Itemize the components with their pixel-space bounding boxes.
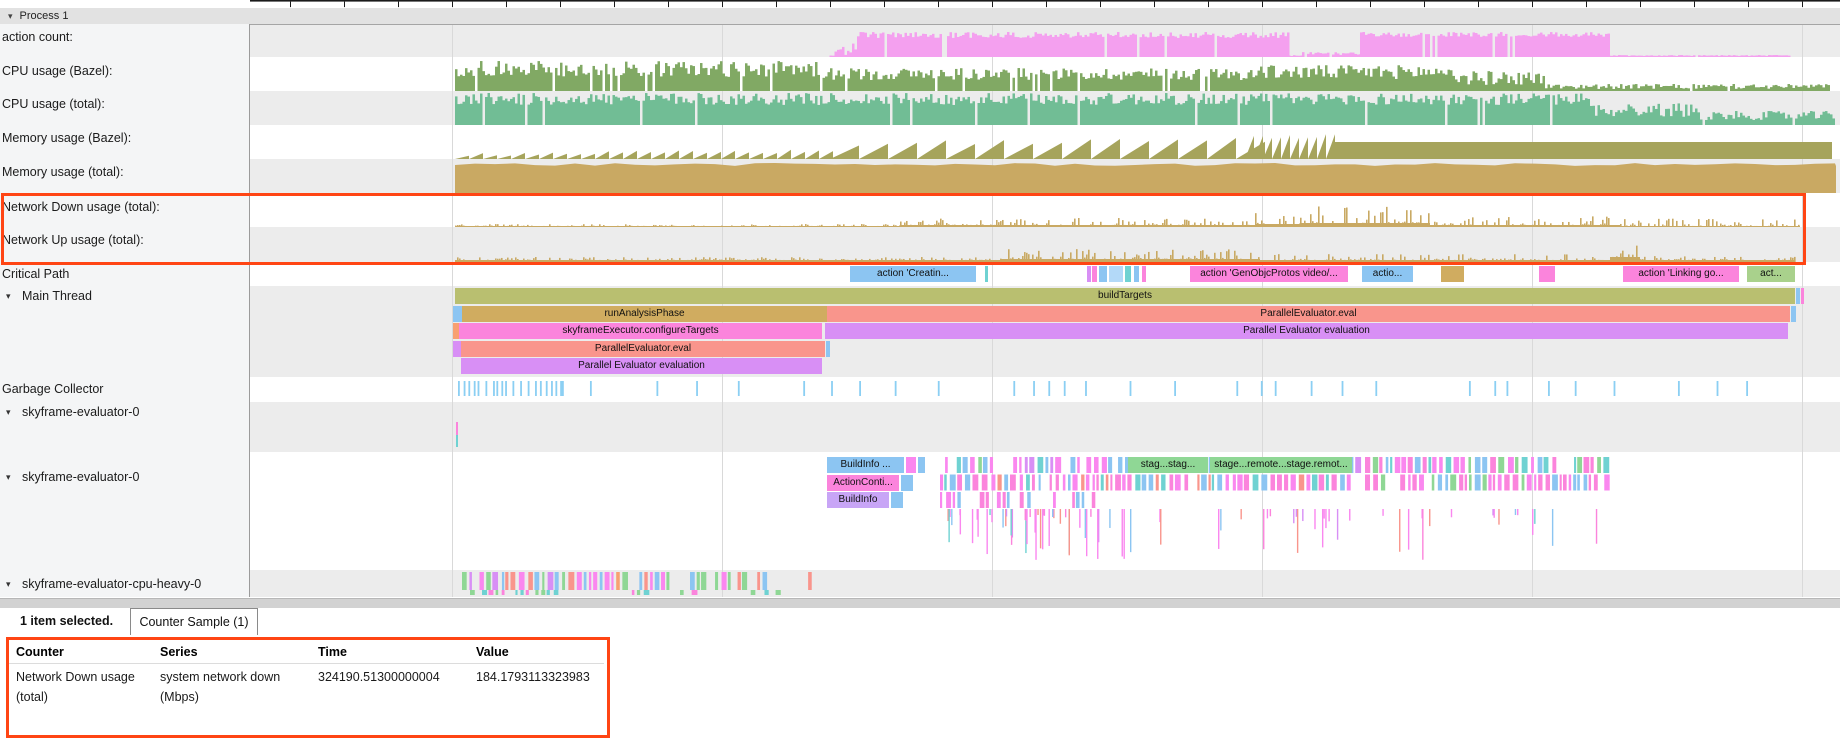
sidebar-track-critical-path[interactable]: Critical Path [0, 266, 246, 282]
track-label: CPU usage (Bazel): [2, 63, 112, 79]
track-label: Memory usage (Bazel): [2, 130, 131, 146]
trace-slice[interactable] [918, 457, 925, 473]
sidebar-track-garbage-collector[interactable]: Garbage Collector [0, 381, 246, 397]
trace-slice[interactable]: Parallel Evaluator evaluation [825, 323, 1788, 339]
track-label: Garbage Collector [2, 381, 103, 397]
track-label: skyframe-evaluator-cpu-heavy-0 [22, 576, 201, 592]
track-sidebar: action count: CPU usage (Bazel): CPU usage… [0, 24, 250, 597]
sidebar-track-memory-usage-bazel[interactable]: Memory usage (Bazel): [0, 130, 246, 146]
sidebar-track-action-count[interactable]: action count: [0, 29, 246, 45]
trace-slice[interactable] [1539, 266, 1555, 282]
trace-slice[interactable] [1441, 266, 1464, 282]
trace-slice[interactable] [1142, 266, 1146, 282]
track-label: action count: [2, 29, 73, 45]
sidebar-track-cpu-usage-bazel[interactable]: CPU usage (Bazel): [0, 63, 246, 79]
trace-slice[interactable] [1134, 266, 1139, 282]
trace-slice[interactable] [1109, 266, 1123, 282]
trace-slice[interactable] [1099, 266, 1107, 282]
trace-slice[interactable] [456, 422, 458, 435]
trace-slice[interactable] [1087, 266, 1091, 282]
timeline-row [250, 452, 1840, 570]
process-title: Process 1 [20, 10, 69, 22]
track-label: Main Thread [22, 288, 92, 304]
track-label: skyframe-evaluator-0 [22, 404, 139, 420]
selection-status: 1 item selected. [20, 608, 113, 635]
tab-counter-sample[interactable]: Counter Sample (1) [130, 608, 258, 635]
highlight-box-network-tracks [1, 193, 1806, 265]
timeline-row [250, 91, 1840, 125]
sidebar-track-skyframe-evaluator-0[interactable]: ▾ skyframe-evaluator-0 [0, 404, 246, 420]
trace-slice[interactable]: ParallelEvaluator.eval [461, 341, 825, 357]
timeline-row [250, 57, 1840, 91]
disclosure-triangle-icon: ▾ [6, 469, 11, 485]
trace-slice[interactable] [985, 266, 988, 282]
trace-slice[interactable] [1801, 288, 1804, 304]
track-label: skyframe-evaluator-0 [22, 469, 139, 485]
trace-slice[interactable] [891, 492, 903, 508]
trace-slice[interactable] [906, 457, 916, 473]
sidebar-track-skyframe-evaluator-cpu-heavy-0[interactable]: ▾ skyframe-evaluator-cpu-heavy-0 [0, 576, 246, 592]
sidebar-track-memory-usage-total[interactable]: Memory usage (total): [0, 164, 246, 180]
track-label: CPU usage (total): [2, 96, 105, 112]
trace-slice[interactable] [826, 341, 830, 357]
disclosure-triangle-icon: ▾ [6, 576, 11, 592]
trace-slice[interactable]: action 'Creatin... [850, 266, 976, 282]
trace-slice[interactable]: buildTargets [455, 288, 1795, 304]
timeline-row [250, 125, 1840, 159]
sidebar-track-main-thread[interactable]: ▾ Main Thread [0, 288, 246, 304]
trace-slice[interactable]: skyframeExecutor.configureTargets [459, 323, 822, 339]
track-label: Memory usage (total): [2, 164, 124, 180]
disclosure-triangle-icon: ▾ [6, 288, 11, 304]
trace-slice[interactable] [456, 435, 458, 447]
trace-slice[interactable] [453, 306, 462, 322]
process-header[interactable]: ▾ Process 1 [0, 8, 1840, 25]
sidebar-track-skyframe-evaluator-0[interactable]: ▾ skyframe-evaluator-0 [0, 469, 246, 485]
trace-slice[interactable]: runAnalysisPhase [462, 306, 827, 322]
trace-slice[interactable]: action 'Linking go... [1623, 266, 1739, 282]
trace-slice[interactable]: BuildInfo ... [827, 457, 904, 473]
trace-slice[interactable] [901, 475, 913, 491]
timeline-row [250, 262, 1840, 286]
gridline [1802, 24, 1803, 597]
timeline-row [250, 402, 1840, 452]
trace-slice[interactable] [1125, 266, 1131, 282]
disclosure-triangle-icon: ▾ [8, 8, 13, 24]
trace-slice[interactable] [1092, 266, 1097, 282]
track-label: Critical Path [2, 266, 69, 282]
trace-slice[interactable] [453, 341, 461, 357]
trace-slice[interactable]: BuildInfo [827, 492, 889, 508]
trace-slice[interactable]: actio... [1362, 266, 1413, 282]
trace-slice[interactable]: stage...remote...stage.remot... [1210, 457, 1352, 473]
timeline-row [250, 377, 1840, 402]
trace-slice[interactable] [1796, 288, 1800, 304]
trace-slice[interactable]: ParallelEvaluator.eval [827, 306, 1790, 322]
sidebar-track-cpu-usage-total[interactable]: CPU usage (total): [0, 96, 246, 112]
highlight-box-counter-table [6, 637, 610, 738]
trace-slice[interactable]: stag...stag... [1128, 457, 1208, 473]
disclosure-triangle-icon: ▾ [6, 404, 11, 420]
timeline-row [250, 24, 1840, 57]
trace-slice[interactable]: ActionConti... [827, 475, 899, 491]
timeline-row [250, 159, 1840, 193]
trace-slice[interactable]: act... [1747, 266, 1795, 282]
trace-slice[interactable] [1791, 306, 1796, 322]
timeline-row [250, 570, 1840, 597]
trace-slice[interactable]: Parallel Evaluator evaluation [461, 358, 822, 374]
trace-slice[interactable]: action 'GenObjcProtos video/... [1190, 266, 1348, 282]
trace-viewer-window: ▾ Process 1 action count: CPU usage (Bazel… [0, 0, 1840, 742]
timeline-ruler[interactable] [250, 0, 1840, 8]
